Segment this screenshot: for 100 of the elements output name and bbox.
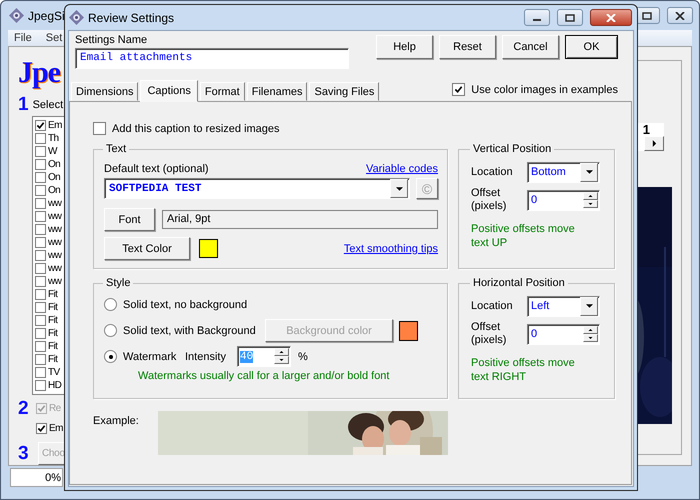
settings-name-field[interactable]: Email attachments <box>75 48 349 69</box>
checkbox[interactable] <box>35 133 46 144</box>
variable-codes-link[interactable]: Variable codes <box>366 163 438 175</box>
close-button[interactable] <box>667 7 693 24</box>
step-number: 2 <box>18 400 30 418</box>
dialog-button[interactable]: Help <box>376 35 433 59</box>
dropdown-button[interactable] <box>580 296 598 316</box>
list-item-label: On <box>48 158 60 170</box>
checkbox[interactable] <box>35 172 46 183</box>
checkbox[interactable] <box>35 354 46 365</box>
list-item-label: On <box>48 184 60 196</box>
checkbox[interactable] <box>35 237 46 248</box>
maximize-icon <box>565 14 575 22</box>
checkbox[interactable] <box>35 211 46 222</box>
checkbox-label: Add this caption to resized images <box>112 122 280 134</box>
checkbox[interactable] <box>35 224 46 235</box>
group-title: Vertical Position <box>472 143 552 155</box>
color-swatch[interactable] <box>199 239 218 258</box>
checkbox[interactable] <box>35 289 46 300</box>
offset-field[interactable]: 0 <box>527 190 600 210</box>
checkbox[interactable] <box>36 423 47 434</box>
checkbox[interactable] <box>35 341 46 352</box>
smoothing-tips-link[interactable]: Text smoothing tips <box>344 242 438 254</box>
checkbox[interactable] <box>35 367 46 378</box>
radio-button[interactable] <box>104 324 117 337</box>
menu-item[interactable]: File <box>14 32 32 44</box>
color-swatch[interactable] <box>399 320 418 340</box>
checkbox[interactable] <box>35 380 46 391</box>
field-label: Offset (pixels) <box>471 187 508 213</box>
checkbox[interactable] <box>35 276 46 287</box>
list-item-label: On <box>48 172 60 184</box>
tab[interactable]: Format <box>200 82 245 101</box>
field-label: Default text (optional) <box>104 163 209 175</box>
app-icon <box>69 10 84 25</box>
list-item-label: Em <box>48 120 62 132</box>
window-title: JpegSi <box>28 8 65 22</box>
spin-down-button[interactable] <box>274 356 289 364</box>
tab[interactable]: Saving Files <box>309 82 380 101</box>
dialog-button[interactable]: Cancel <box>502 35 559 59</box>
field-label: Location <box>471 166 514 178</box>
checkbox-label: Use color images in examples <box>471 84 618 96</box>
next-page-button[interactable] <box>644 136 664 151</box>
unit-label: % <box>298 350 308 362</box>
checkbox[interactable] <box>35 263 46 274</box>
menu-item[interactable]: Set <box>46 32 62 44</box>
spin-up-button[interactable] <box>274 348 289 356</box>
font-button[interactable]: Font <box>104 208 155 231</box>
step-label: Select <box>32 99 64 111</box>
radio-label: Watermark <box>123 350 178 362</box>
text-color-button[interactable]: Text Color <box>104 237 190 260</box>
tab[interactable]: Dimensions <box>71 82 138 101</box>
checkbox[interactable] <box>35 250 46 261</box>
checkbox[interactable] <box>35 315 46 326</box>
checkbox[interactable] <box>35 185 46 196</box>
default-text-dropdown[interactable]: SOFTPEDIA TEST <box>104 178 410 199</box>
dropdown-arrow-icon <box>396 186 403 190</box>
dialog-button[interactable]: OK <box>565 35 618 59</box>
checkbox[interactable] <box>35 159 46 170</box>
spin-up-button[interactable] <box>583 192 598 200</box>
minimize-button[interactable] <box>524 9 550 26</box>
list-item-label: Fit <box>48 328 58 340</box>
tab[interactable]: Filenames <box>246 82 308 101</box>
group-title: Text <box>105 143 128 155</box>
app-logo: Jpe <box>18 55 60 91</box>
radio-button[interactable] <box>104 298 117 311</box>
radio-button[interactable] <box>104 350 117 363</box>
list-item-label: ww <box>48 276 62 288</box>
location-dropdown[interactable]: Left <box>527 296 600 316</box>
list-item-label: Fit <box>48 314 58 326</box>
close-icon <box>675 12 685 20</box>
checkbox[interactable] <box>452 83 466 96</box>
offset-field[interactable]: 0 <box>527 324 600 344</box>
maximize-button[interactable] <box>557 9 583 26</box>
step-number: 1 <box>18 96 29 114</box>
checkbox[interactable] <box>35 146 46 157</box>
location-dropdown[interactable]: Bottom <box>527 162 600 182</box>
list-item-label: ww <box>48 250 62 262</box>
group-title: Horizontal Position <box>472 277 566 289</box>
checkbox[interactable] <box>35 198 46 209</box>
list-item-label: Th <box>48 132 58 144</box>
checkbox[interactable] <box>35 120 46 131</box>
checkbox[interactable] <box>35 328 46 339</box>
field-label: Intensity <box>185 350 227 362</box>
field-label: Offset (pixels) <box>471 321 508 347</box>
app-icon <box>9 8 24 23</box>
list-item-label: ww <box>48 210 62 222</box>
spin-up-button[interactable] <box>583 326 598 334</box>
checkbox[interactable] <box>35 302 46 313</box>
dropdown-button[interactable] <box>580 162 598 182</box>
list-item-label: ww <box>48 262 62 274</box>
dropdown-arrow-icon <box>586 170 592 174</box>
dialog-button[interactable]: Reset <box>439 35 496 59</box>
checkbox-label: Em <box>49 422 63 434</box>
radio-label: Solid text, no background <box>123 298 248 310</box>
checkbox[interactable] <box>93 122 106 135</box>
right-arrow-icon <box>652 139 656 148</box>
dropdown-button[interactable] <box>390 179 408 198</box>
close-button[interactable] <box>590 9 632 26</box>
hint-text: Positive offsets move text UP <box>471 222 576 250</box>
tab[interactable]: Captions <box>140 80 198 102</box>
